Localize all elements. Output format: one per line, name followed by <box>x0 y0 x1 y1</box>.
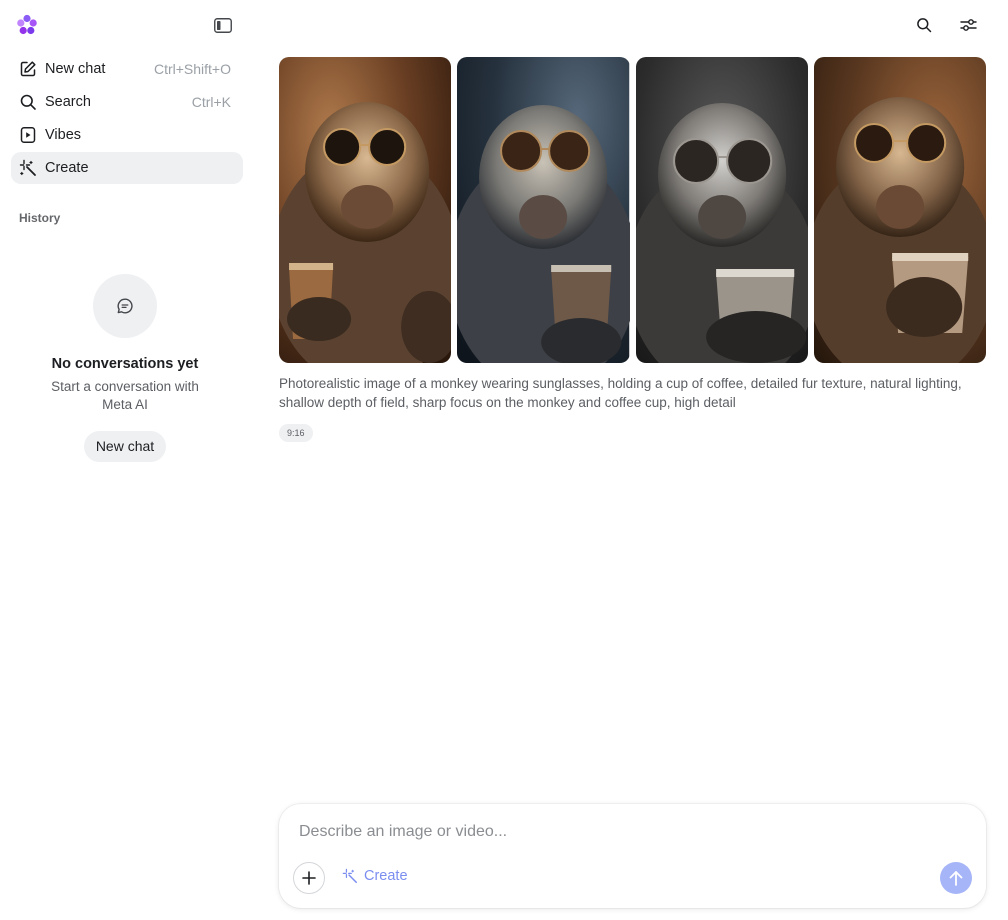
empty-state-subtitle: Start a conversation with Meta AI <box>51 379 199 412</box>
prompt-composer: Create <box>279 804 986 908</box>
add-attachment-button[interactable] <box>293 862 325 894</box>
search-icon <box>18 92 38 112</box>
sidebar-toggle-icon[interactable] <box>212 15 234 35</box>
chat-bubble-icon <box>93 274 157 338</box>
settings-sliders-icon[interactable] <box>957 14 979 36</box>
monkey-image <box>457 57 630 363</box>
plus-icon <box>302 871 316 885</box>
sidebar: New chat Ctrl+Shift+O Search Ctrl+K Vibe… <box>0 0 254 920</box>
aspect-ratio-badge: 9:16 <box>279 424 313 442</box>
sidebar-item-label: Search <box>45 94 91 110</box>
keyboard-shortcut: Ctrl+K <box>191 94 231 110</box>
search-icon[interactable] <box>913 14 935 36</box>
sidebar-nav: New chat Ctrl+Shift+O Search Ctrl+K Vibe… <box>11 53 243 185</box>
history-heading: History <box>19 211 61 225</box>
monkey-image <box>813 57 986 363</box>
monkey-image <box>635 57 808 363</box>
sparkle-icon <box>342 868 358 884</box>
sidebar-item-new-chat[interactable]: New chat Ctrl+Shift+O <box>11 53 243 85</box>
send-button[interactable] <box>940 862 972 894</box>
keyboard-shortcut: Ctrl+Shift+O <box>153 61 231 77</box>
empty-state-title: No conversations yet <box>51 356 199 372</box>
image-prompt-caption: Photorealistic image of a monkey wearing… <box>279 376 962 410</box>
meta-ai-logo[interactable] <box>15 13 39 37</box>
generated-image[interactable] <box>279 57 452 363</box>
play-icon <box>18 125 38 145</box>
generated-image[interactable] <box>813 57 986 363</box>
generated-image[interactable] <box>635 57 808 363</box>
sidebar-item-create[interactable]: Create <box>11 152 243 184</box>
generated-image-gallery <box>279 57 986 363</box>
sidebar-item-label: Create <box>45 160 89 176</box>
monkey-image <box>279 57 452 363</box>
sidebar-item-label: New chat <box>45 61 106 77</box>
sidebar-item-vibes[interactable]: Vibes <box>11 119 243 151</box>
prompt-input[interactable] <box>299 820 939 844</box>
edit-icon <box>18 59 38 79</box>
create-mode-button[interactable]: Create <box>342 868 408 884</box>
create-mode-label: Create <box>364 868 408 884</box>
generated-image[interactable] <box>457 57 630 363</box>
sidebar-item-search[interactable]: Search Ctrl+K <box>11 86 243 118</box>
arrow-up-icon <box>949 871 963 886</box>
history-empty-state: No conversations yet Start a conversatio… <box>0 274 250 462</box>
sparkle-icon <box>18 158 38 178</box>
new-chat-button[interactable]: New chat <box>83 431 167 462</box>
sidebar-item-label: Vibes <box>45 127 82 143</box>
